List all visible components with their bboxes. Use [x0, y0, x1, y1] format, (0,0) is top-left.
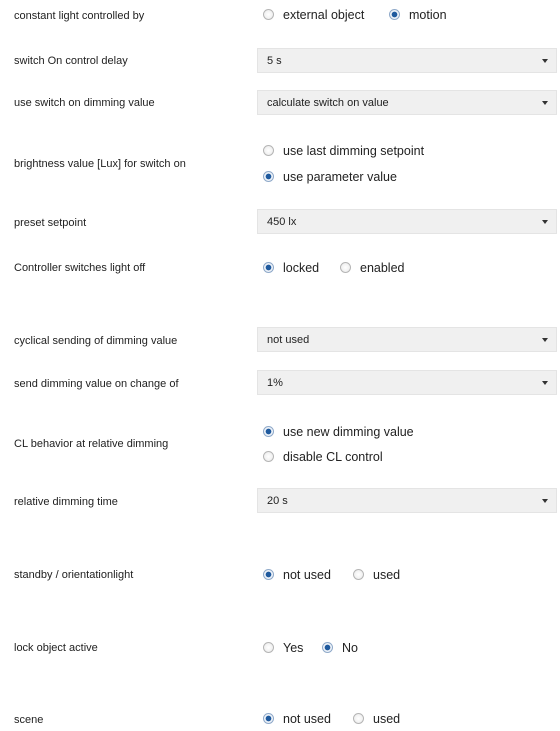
standby-label: standby / orientationlight	[14, 569, 134, 581]
radio-button-icon	[263, 262, 274, 273]
chevron-down-icon	[542, 381, 548, 385]
relative-dimming-time-label: relative dimming time	[14, 496, 118, 508]
send-on-change-label: send dimming value on change of	[14, 378, 179, 390]
cl-behavior-label: CL behavior at relative dimming	[14, 438, 169, 450]
switch-on-delay-label: switch On control delay	[14, 55, 128, 67]
relative-dimming-time-value: 20 s	[267, 495, 288, 507]
radio-button-icon	[340, 262, 351, 273]
switch-on-delay-dropdown[interactable]: 5 s	[257, 48, 557, 73]
use-switch-on-dimming-label: use switch on dimming value	[14, 97, 155, 109]
radio-button-icon	[263, 451, 274, 462]
radio-button-icon	[353, 569, 364, 580]
radio-button-icon	[263, 713, 274, 724]
chevron-down-icon	[542, 499, 548, 503]
radio-button-icon	[263, 426, 274, 437]
cyclical-sending-value: not used	[267, 334, 310, 346]
radio-button-icon	[353, 713, 364, 724]
use-switch-on-dimming-dropdown[interactable]: calculate switch on value	[257, 90, 557, 115]
constant-light-label: constant light controlled by	[14, 10, 145, 22]
chevron-down-icon	[542, 338, 548, 342]
chevron-down-icon	[542, 59, 548, 63]
brightness-value-label: brightness value [Lux] for switch on	[14, 158, 186, 170]
send-on-change-dropdown[interactable]: 1%	[257, 370, 557, 395]
scene-label: scene	[14, 714, 44, 726]
use-switch-on-dimming-value: calculate switch on value	[267, 97, 389, 109]
lock-object-label: lock object active	[14, 642, 98, 654]
preset-setpoint-label: preset setpoint	[14, 217, 87, 229]
cyclical-sending-dropdown[interactable]: not used	[257, 327, 557, 352]
send-on-change-value: 1%	[267, 377, 283, 389]
radio-button-icon	[322, 642, 333, 653]
radio-button-icon	[263, 9, 274, 20]
radio-button-icon	[263, 171, 274, 182]
chevron-down-icon	[542, 220, 548, 224]
switch-on-delay-value: 5 s	[267, 55, 282, 67]
chevron-down-icon	[542, 101, 548, 105]
controller-switches-off-label: Controller switches light off	[14, 262, 146, 274]
radio-button-icon	[263, 569, 274, 580]
radio-button-icon	[389, 9, 400, 20]
radio-button-icon	[263, 642, 274, 653]
relative-dimming-time-dropdown[interactable]: 20 s	[257, 488, 557, 513]
preset-setpoint-dropdown[interactable]: 450 lx	[257, 209, 557, 234]
cyclical-sending-label: cyclical sending of dimming value	[14, 335, 178, 347]
radio-button-icon	[263, 145, 274, 156]
preset-setpoint-value: 450 lx	[267, 216, 297, 228]
